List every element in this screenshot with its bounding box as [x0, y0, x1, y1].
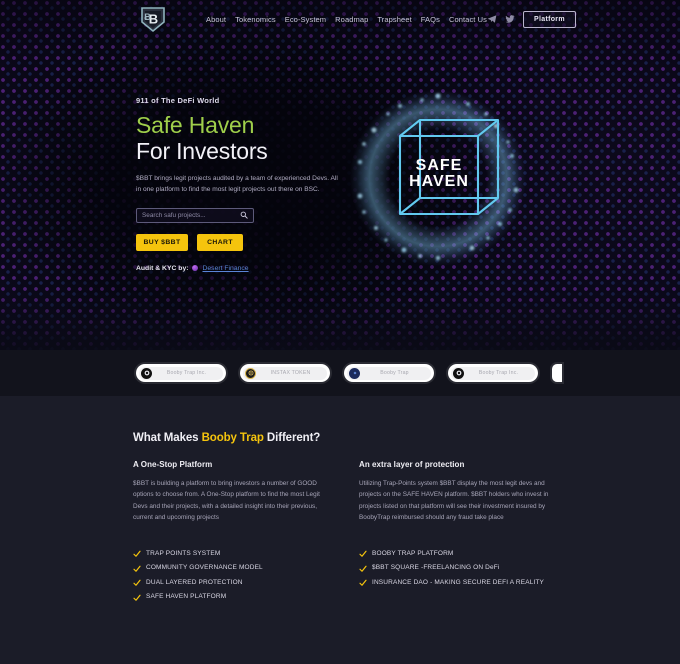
partner-card-label: INSTAX TOKEN: [270, 370, 311, 376]
feature-item: BOOBY TRAP PLATFORM: [359, 550, 553, 559]
partner-card[interactable]: Booby Trap: [344, 364, 434, 382]
feature-label: INSURANCE DAO - MAKING SECURE DEFI A REA…: [372, 578, 545, 586]
main-navbar: B Ƀ About Tokenomics Eco-System Roadmap …: [0, 0, 680, 38]
column-body: Utilizing Trap-Points system $BBT displa…: [359, 480, 549, 522]
check-icon: [133, 565, 141, 572]
cube-text-haven: HAVEN: [409, 173, 469, 190]
platform-button[interactable]: Platform: [523, 10, 576, 28]
search-icon[interactable]: [240, 211, 248, 219]
feature-item: SAFE HAVEN PLATFORM: [133, 593, 327, 602]
nav-link-roadmap[interactable]: Roadmap: [335, 15, 368, 24]
audit-kyc-link[interactable]: Desert Finance: [202, 265, 248, 272]
svg-text:Ƀ: Ƀ: [144, 12, 151, 22]
hero-button-row: BUY $BBT CHART: [136, 233, 361, 251]
hero-section: B Ƀ About Tokenomics Eco-System Roadmap …: [0, 0, 680, 350]
feature-item: TRAP POINTS SYSTEM: [133, 550, 327, 559]
about-column-one-stop: A One-Stop Platform $BBT is building a p…: [133, 460, 327, 524]
buy-bbt-button[interactable]: BUY $BBT: [136, 233, 188, 251]
hero-eyebrow: 911 of The DeFi World: [136, 96, 220, 105]
nav-link-about[interactable]: About: [206, 15, 226, 24]
partner-card[interactable]: Booby Trap Inc.: [448, 364, 538, 382]
nav-link-eco-system[interactable]: Eco-System: [285, 15, 326, 24]
hero-title-line2: For Investors: [136, 137, 268, 164]
booby-trap-logo-icon: [141, 367, 152, 379]
partner-card-list: Booby Trap Inc. INSTAX TOKEN Booby Trap: [136, 364, 562, 382]
search-input[interactable]: [142, 211, 240, 219]
partner-card-partial[interactable]: [552, 364, 562, 382]
feature-item: $BBT SQUARE -FREELANCING ON DeFi: [359, 564, 553, 573]
about-section: What Makes Booby Trap Different? A One-S…: [0, 396, 680, 664]
feature-label: $BBT SQUARE -FREELANCING ON DeFi: [372, 564, 500, 572]
check-icon: [359, 579, 367, 586]
feature-column-right: BOOBY TRAP PLATFORM $BBT SQUARE -FREELAN…: [359, 550, 553, 608]
cube-text-safe: SAFE: [416, 157, 463, 174]
booby-trap-logo-icon: [453, 367, 464, 379]
hero-title-line1: Safe Haven: [136, 112, 255, 138]
feature-checklist: TRAP POINTS SYSTEM COMMUNITY GOVERNANCE …: [133, 550, 553, 608]
check-icon: [133, 579, 141, 586]
audit-kyc-label: Audit & KYC by:: [136, 264, 189, 272]
safe-haven-cube-art: SAFE HAVEN: [338, 78, 538, 278]
instax-token-logo-icon: [245, 367, 256, 379]
section-heading-before: What Makes: [133, 432, 202, 444]
booby-trap-logo-icon: [349, 367, 360, 379]
nav-link-tokenomics[interactable]: Tokenomics: [235, 15, 276, 24]
column-title: A One-Stop Platform: [133, 460, 213, 469]
check-icon: [359, 550, 367, 557]
partner-card[interactable]: Booby Trap Inc.: [136, 364, 226, 382]
check-icon: [133, 550, 141, 557]
hero-content: 911 of The DeFi World Safe Haven For Inv…: [136, 96, 361, 272]
column-body: $BBT is building a platform to bring inv…: [133, 480, 320, 522]
twitter-icon[interactable]: [505, 14, 515, 24]
feature-label: BOOBY TRAP PLATFORM: [372, 549, 454, 557]
feature-column-left: TRAP POINTS SYSTEM COMMUNITY GOVERNANCE …: [133, 550, 327, 608]
feature-item: INSURANCE DAO - MAKING SECURE DEFI A REA…: [359, 579, 553, 588]
partner-card-label: Booby Trap: [380, 370, 409, 376]
audit-kyc-row: Audit & KYC by: Desert Finance: [136, 265, 361, 272]
about-column-protection: An extra layer of protection Utilizing T…: [359, 460, 553, 524]
feature-item: COMMUNITY GOVERNANCE MODEL: [133, 564, 327, 573]
feature-label: DUAL LAYERED PROTECTION: [146, 578, 243, 586]
nav-link-contact-us[interactable]: Contact Us: [449, 15, 487, 24]
partners-strip: Booby Trap Inc. INSTAX TOKEN Booby Trap: [0, 350, 680, 396]
partner-card-label: Booby Trap Inc.: [166, 370, 207, 376]
page-root: B Ƀ About Tokenomics Eco-System Roadmap …: [0, 0, 680, 664]
section-heading: What Makes Booby Trap Different?: [133, 432, 553, 444]
nav-link-trapsheet[interactable]: Trapsheet: [377, 15, 411, 24]
feature-label: TRAP POINTS SYSTEM: [146, 549, 221, 557]
desert-finance-icon: [192, 265, 199, 272]
feature-label: COMMUNITY GOVERNANCE MODEL: [146, 564, 263, 572]
about-columns: A One-Stop Platform $BBT is building a p…: [133, 460, 553, 524]
nav-right-group: Platform: [487, 10, 576, 28]
chart-button[interactable]: CHART: [197, 233, 243, 251]
feature-label: SAFE HAVEN PLATFORM: [146, 593, 227, 601]
site-logo[interactable]: B Ƀ: [138, 3, 168, 35]
feature-item: DUAL LAYERED PROTECTION: [133, 579, 327, 588]
section-heading-after: Different?: [263, 432, 321, 444]
hero-paragraph: $BBT brings legit projects audited by a …: [136, 175, 338, 193]
shield-logo-icon: B Ƀ: [141, 7, 165, 33]
telegram-icon[interactable]: [487, 14, 497, 24]
partner-card-label: Booby Trap Inc.: [478, 370, 519, 376]
search-bar[interactable]: [136, 207, 254, 223]
partner-card[interactable]: INSTAX TOKEN: [240, 364, 330, 382]
check-icon: [133, 594, 141, 601]
nav-link-faqs[interactable]: FAQs: [421, 15, 440, 24]
section-heading-highlight: Booby Trap: [201, 432, 264, 444]
check-icon: [359, 565, 367, 572]
column-title: An extra layer of protection: [359, 460, 465, 469]
nav-links: About Tokenomics Eco-System Roadmap Trap…: [206, 15, 487, 24]
